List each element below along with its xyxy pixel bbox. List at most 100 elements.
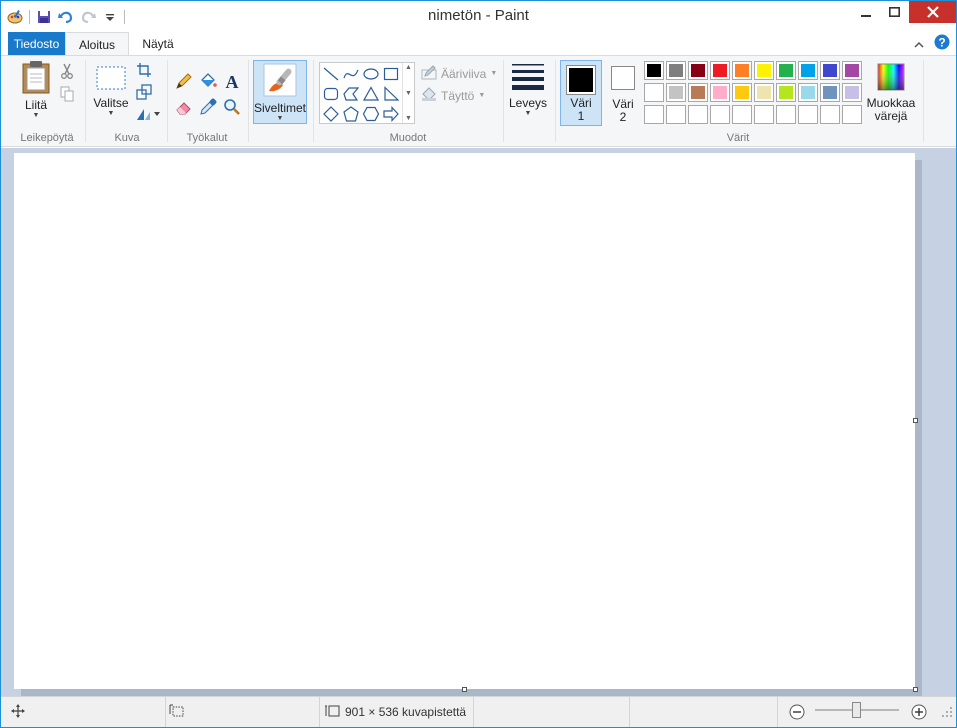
palette-color-swatch[interactable] (820, 61, 840, 80)
status-separator (629, 697, 630, 727)
palette-color-swatch[interactable] (820, 83, 840, 102)
brush-icon (263, 63, 297, 100)
pentagon-shape-icon[interactable] (341, 104, 361, 124)
resize-icon[interactable] (135, 83, 153, 101)
swatch-fill (647, 108, 661, 121)
cursor-position-cell (11, 697, 25, 727)
palette-color-swatch[interactable] (754, 61, 774, 80)
fill-bucket-icon[interactable] (199, 72, 217, 90)
text-icon[interactable]: A (223, 72, 241, 90)
palette-color-swatch[interactable] (842, 83, 862, 102)
close-button[interactable] (909, 1, 956, 23)
tab-file[interactable]: Tiedosto (8, 32, 65, 56)
palette-color-swatch[interactable] (776, 83, 796, 102)
select-dropdown-icon: ▼ (107, 110, 115, 117)
fill-button[interactable]: Täyttö ▼ (421, 86, 485, 105)
copy-icon[interactable] (58, 85, 76, 103)
tab-home[interactable]: Aloitus (65, 32, 129, 56)
palette-custom-slot[interactable] (776, 105, 796, 124)
rotate-icon[interactable] (135, 105, 161, 123)
shapes-scrollbar[interactable]: ▲ ▼ ▼ (402, 63, 414, 123)
tab-view[interactable]: Näytä (131, 32, 185, 56)
minimize-button[interactable] (851, 1, 880, 23)
hexagon-shape-icon[interactable] (361, 104, 381, 124)
swatch-fill (801, 86, 815, 99)
collapse-ribbon-icon[interactable] (914, 37, 924, 51)
maximize-button[interactable] (880, 1, 909, 23)
pencil-icon[interactable] (175, 72, 193, 90)
palette-color-swatch[interactable] (710, 83, 730, 102)
zoom-out-button[interactable] (789, 697, 805, 727)
color2-button[interactable]: Väri 2 (605, 66, 641, 124)
size-button[interactable]: Leveys ▼ (507, 62, 549, 118)
color1-button[interactable]: Väri 1 (560, 60, 602, 126)
resize-handle-corner[interactable] (913, 687, 918, 692)
edit-colors-button[interactable]: Muokkaa värejä (865, 62, 917, 123)
swatch-fill (735, 108, 749, 121)
color1-fill (569, 68, 593, 92)
group-separator (313, 60, 314, 142)
line-shape-icon[interactable] (321, 64, 341, 84)
resize-handle-right[interactable] (913, 418, 918, 423)
palette-color-swatch[interactable] (688, 61, 708, 80)
select-label: Valitse (93, 96, 129, 110)
palette-color-swatch[interactable] (644, 61, 664, 80)
palette-color-swatch[interactable] (644, 83, 664, 102)
resize-handle-bottom[interactable] (462, 687, 467, 692)
resize-grip-icon[interactable] (941, 705, 953, 719)
palette-custom-slot[interactable] (666, 105, 686, 124)
palette-custom-slot[interactable] (798, 105, 818, 124)
right-arrow-shape-icon[interactable] (381, 104, 401, 124)
group-separator (503, 60, 504, 142)
palette-color-swatch[interactable] (732, 61, 752, 80)
palette-color-swatch[interactable] (688, 83, 708, 102)
rectangle-shape-icon[interactable] (381, 64, 401, 84)
drawing-canvas[interactable] (14, 153, 915, 689)
palette-color-swatch[interactable] (798, 61, 818, 80)
help-icon[interactable]: ? (934, 34, 950, 53)
palette-custom-slot[interactable] (644, 105, 664, 124)
outline-button[interactable]: Ääriviiva ▼ (421, 64, 497, 83)
expand-gallery-icon[interactable]: ▼ (405, 115, 412, 122)
palette-color-swatch[interactable] (842, 61, 862, 80)
oval-shape-icon[interactable] (361, 64, 381, 84)
palette-custom-slot[interactable] (732, 105, 752, 124)
cut-icon[interactable] (58, 62, 76, 80)
palette-color-swatch[interactable] (666, 83, 686, 102)
scroll-up-icon[interactable]: ▲ (405, 64, 412, 71)
magnifier-icon[interactable] (223, 98, 241, 116)
brushes-button[interactable]: Siveltimet ▼ (253, 60, 307, 124)
paste-button[interactable]: Liitä ▼ (19, 60, 53, 120)
right-triangle-shape-icon[interactable] (381, 84, 401, 104)
palette-color-swatch[interactable] (666, 61, 686, 80)
select-button[interactable]: Valitse ▼ (91, 64, 131, 118)
polygon-shape-icon[interactable] (341, 84, 361, 104)
color2-fill (614, 69, 632, 87)
palette-custom-slot[interactable] (842, 105, 862, 124)
crop-icon[interactable] (135, 61, 153, 79)
palette-color-swatch[interactable] (754, 83, 774, 102)
palette-color-swatch[interactable] (710, 61, 730, 80)
palette-custom-slot[interactable] (688, 105, 708, 124)
palette-color-swatch[interactable] (776, 61, 796, 80)
triangle-shape-icon[interactable] (361, 84, 381, 104)
palette-custom-slot[interactable] (754, 105, 774, 124)
zoom-in-button[interactable] (911, 697, 927, 727)
rounded-rectangle-shape-icon[interactable] (321, 84, 341, 104)
selection-size-icon (169, 704, 185, 721)
group-separator (167, 60, 168, 142)
palette-color-swatch[interactable] (732, 83, 752, 102)
swatch-fill (669, 108, 683, 121)
swatch-fill (713, 108, 727, 121)
eraser-icon[interactable] (175, 98, 193, 116)
curve-shape-icon[interactable] (341, 64, 361, 84)
diamond-shape-icon[interactable] (321, 104, 341, 124)
clipboard-icon (21, 60, 51, 97)
size-label: Leveys (508, 96, 548, 110)
palette-custom-slot[interactable] (820, 105, 840, 124)
palette-custom-slot[interactable] (710, 105, 730, 124)
color-picker-icon[interactable] (199, 98, 217, 116)
palette-color-swatch[interactable] (798, 83, 818, 102)
zoom-slider-thumb[interactable] (852, 702, 861, 718)
scroll-down-icon[interactable]: ▼ (405, 90, 412, 97)
